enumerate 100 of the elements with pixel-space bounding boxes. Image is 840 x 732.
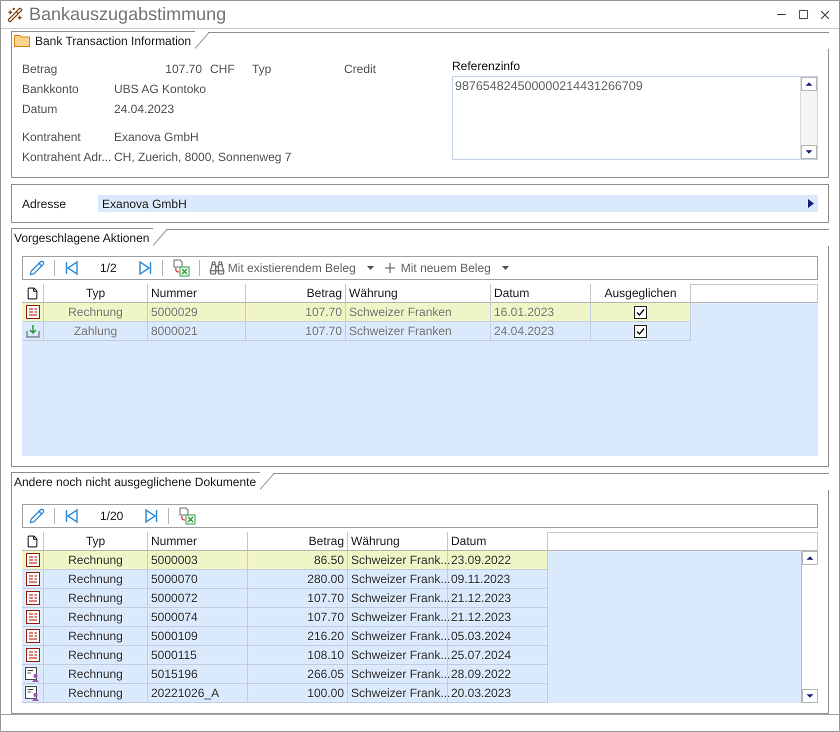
- expand-arrow-icon: [808, 199, 814, 208]
- invoice-person-icon: [25, 686, 40, 700]
- table-cell: Schweizer Frank...: [348, 608, 448, 626]
- table-cell: Zahlung: [44, 322, 148, 340]
- table-row[interactable]: Zahlung 8000021 107.70 Schweizer Franken 24.04.2023: [22, 322, 691, 341]
- table-cell: Rechnung: [44, 627, 148, 645]
- invoice-icon: [26, 591, 40, 605]
- field-label: Bankkonto: [22, 82, 79, 96]
- table-cell: Rechnung: [44, 646, 148, 664]
- field-label: Referenzinfo: [452, 59, 522, 73]
- table-cell: 100.00: [248, 684, 348, 702]
- table-row[interactable]: Rechnung 5000074 107.70 Schweizer Frank...21.12.2023: [22, 608, 548, 627]
- table-cell: 23.09.2022: [448, 551, 548, 569]
- table-cell: Rechnung: [44, 665, 148, 683]
- table-cell: Schweizer Frank...: [348, 684, 448, 702]
- caret-icon: [502, 266, 509, 270]
- table-cell: 5000029: [148, 303, 246, 321]
- field-label: Kontrahent Adr...: [22, 150, 112, 164]
- table-cell: Rechnung: [44, 303, 148, 321]
- table-cell: 20221026_A: [148, 684, 248, 702]
- maximize-icon: [798, 9, 808, 20]
- page-indicator: 1/2: [99, 261, 118, 275]
- table-cell: 5000003: [148, 551, 248, 569]
- table-cell: Schweizer Frank...: [348, 570, 448, 588]
- table-cell: 107.70: [246, 303, 346, 321]
- table-cell: 05.03.2024: [448, 627, 548, 645]
- table-cell: 5000115: [148, 646, 248, 664]
- table-cell: Schweizer Frank...: [348, 646, 448, 664]
- field-label: Betrag: [22, 62, 58, 76]
- table-row[interactable]: Rechnung 5000029 107.70 Schweizer Franken 16.01.2023: [22, 303, 691, 322]
- wand-icon: [7, 6, 23, 22]
- field-label: Datum: [22, 102, 58, 116]
- window-title: Bankauszugabstimmung: [29, 4, 228, 25]
- field-value: Exanova GmbH: [114, 130, 199, 144]
- table-row[interactable]: Rechnung 5000003 86.50 Schweizer Frank...23.09.2022: [22, 551, 548, 570]
- last-page-icon: [136, 260, 153, 276]
- table-row[interactable]: Rechnung 20221026_A 100.00 Schweizer Frank...20.03.2023: [22, 684, 548, 703]
- table-cell: 28.09.2022: [448, 665, 548, 683]
- action-dropdown-button[interactable]: Mit existierendem Beleg: [206, 258, 376, 278]
- invoice-icon: [26, 553, 40, 567]
- field-value: CHF: [210, 62, 235, 76]
- column-header[interactable]: Typ: [44, 532, 148, 550]
- column-header[interactable]: Typ: [44, 284, 148, 302]
- table-row[interactable]: Rechnung 5000070 280.00 Schweizer Frank...09.11.2023: [22, 570, 548, 589]
- table-row[interactable]: Rechnung 5000115 108.10 Schweizer Frank...25.07.2024: [22, 646, 548, 665]
- column-header[interactable]: Datum: [491, 284, 591, 302]
- table-cell: Schweizer Frank...: [348, 627, 448, 645]
- scroll-down-icon[interactable]: [801, 145, 817, 159]
- address-field[interactable]: Exanova GmbH: [98, 195, 818, 212]
- scrollbar[interactable]: [801, 551, 818, 703]
- table-cell: Rechnung: [44, 608, 148, 626]
- page-indicator: 1/20: [99, 509, 124, 523]
- table-cell: 107.70: [248, 589, 348, 607]
- table-cell: Rechnung: [44, 570, 148, 588]
- scrollbar[interactable]: [800, 77, 817, 159]
- table-row[interactable]: Rechnung 5000072 107.70 Schweizer Frank...21.12.2023: [22, 589, 548, 608]
- table-cell: 5000070: [148, 570, 248, 588]
- table-cell: 280.00: [248, 570, 348, 588]
- scroll-up-icon[interactable]: [802, 551, 818, 565]
- column-header[interactable]: Währung: [348, 532, 448, 550]
- table-cell: 5015196: [148, 665, 248, 683]
- field-value: 24.04.2023: [114, 102, 174, 116]
- first-page-icon: [64, 260, 80, 276]
- table-row[interactable]: Rechnung 5015196 266.05 Schweizer Frank...28.09.2022: [22, 665, 548, 684]
- table-cell: Schweizer Frank...: [348, 665, 448, 683]
- column-header[interactable]: Betrag: [246, 284, 346, 302]
- table-cell: 108.10: [248, 646, 348, 664]
- section-tab[interactable]: Vorgeschlagene Aktionen: [14, 230, 150, 244]
- table-cell: 21.12.2023: [448, 608, 548, 626]
- action-dropdown-button[interactable]: Mit neuem Beleg: [380, 258, 511, 278]
- table-row[interactable]: Rechnung 5000109 216.20 Schweizer Frank...05.03.2024: [22, 627, 548, 646]
- binoculars-icon: [208, 260, 225, 276]
- scroll-down-icon[interactable]: [802, 689, 818, 703]
- table-cell: Schweizer Franken: [346, 303, 491, 321]
- edit-button[interactable]: [27, 506, 47, 526]
- table-cell: 8000021: [148, 322, 246, 340]
- field-value: Credit: [344, 62, 376, 76]
- field-value: 107.70: [165, 62, 202, 76]
- edit-button[interactable]: [27, 258, 47, 278]
- reference-field[interactable]: 987654824500000214431266709: [452, 76, 818, 160]
- column-header[interactable]: Ausgeglichen: [591, 284, 691, 302]
- export-excel-icon: [172, 259, 190, 277]
- column-header[interactable]: Betrag: [248, 532, 348, 550]
- column-header[interactable]: Währung: [346, 284, 491, 302]
- column-header[interactable]: Datum: [448, 532, 548, 550]
- column-header[interactable]: Nummer: [148, 284, 246, 302]
- checkbox[interactable]: [634, 324, 647, 338]
- folder-icon: [14, 34, 30, 47]
- first-page-icon: [64, 508, 80, 524]
- invoice-icon: [26, 629, 40, 643]
- scroll-up-icon[interactable]: [801, 77, 817, 91]
- field-label: Kontrahent: [22, 130, 81, 144]
- table-cell: 107.70: [246, 322, 346, 340]
- table-cell: 5000109: [148, 627, 248, 645]
- section-tab[interactable]: Andere noch nicht ausgeglichene Dokumente: [14, 474, 256, 488]
- checkbox[interactable]: [634, 306, 647, 318]
- table-cell: 24.04.2023: [491, 322, 591, 340]
- invoice-icon: [26, 305, 40, 319]
- section-tab[interactable]: Bank Transaction Information: [35, 34, 192, 48]
- column-header[interactable]: Nummer: [148, 532, 248, 550]
